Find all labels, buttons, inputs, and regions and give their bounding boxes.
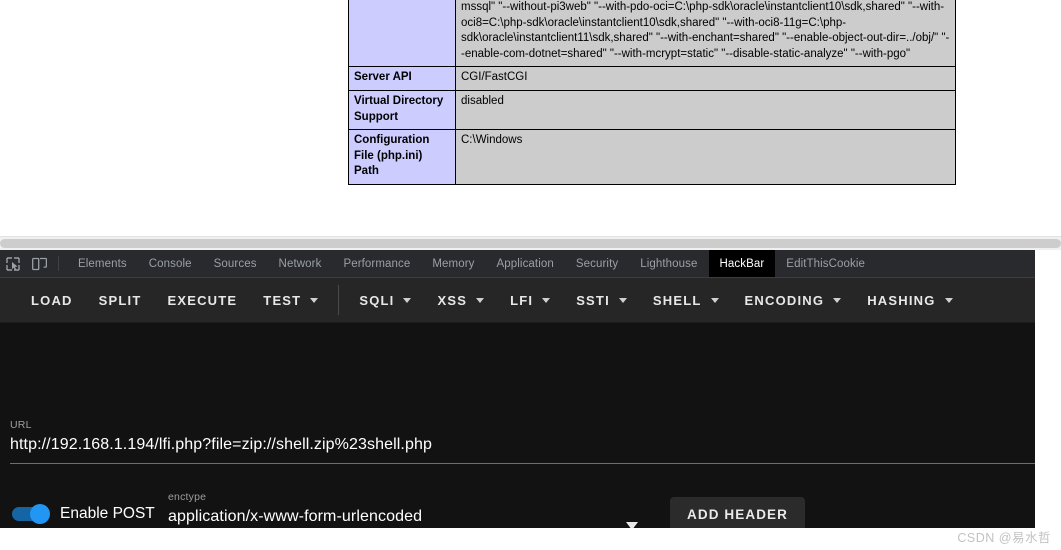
hackbar-shell-menu[interactable]: SHELL: [640, 284, 732, 316]
hackbar-xss-menu[interactable]: XSS: [424, 284, 497, 316]
table-cell-value: C:\Windows: [455, 129, 956, 185]
chevron-down-icon: [476, 297, 485, 303]
hackbar-button-label: XSS: [437, 292, 468, 308]
table-cell-key: Virtual Directory Support: [348, 89, 456, 131]
hackbar-sqli-menu[interactable]: SQLI: [346, 284, 424, 316]
hackbar-button-label: SPLIT: [98, 292, 142, 308]
tab-network[interactable]: Network: [268, 250, 333, 277]
devtools-panel: Elements Console Sources Network Perform…: [0, 250, 1061, 550]
phpinfo-page: mssql" "--without-pi3web" "--with-pdo-oc…: [0, 0, 1061, 236]
table-row: Server API CGI/FastCGI: [348, 66, 956, 91]
toolbar-divider: [338, 285, 340, 315]
hackbar-button-label: LFI: [510, 292, 534, 308]
table-cell-key: Configuration File (php.ini) Path: [348, 129, 456, 185]
watermark: CSDN @易水哲: [957, 531, 1051, 545]
chevron-down-icon: [403, 297, 412, 303]
tab-performance[interactable]: Performance: [332, 250, 421, 277]
hackbar-button-label: ENCODING: [744, 292, 825, 308]
tab-lighthouse[interactable]: Lighthouse: [629, 250, 708, 277]
chevron-down-icon: [944, 297, 953, 303]
tab-application[interactable]: Application: [486, 250, 565, 277]
hackbar-lfi-menu[interactable]: LFI: [497, 284, 563, 316]
phpinfo-table: mssql" "--without-pi3web" "--with-pdo-oc…: [348, 0, 956, 185]
devtools-tab-list: Elements Console Sources Network Perform…: [67, 250, 876, 277]
devtools-tabbar: Elements Console Sources Network Perform…: [0, 250, 1061, 278]
toggle-knob: [30, 504, 50, 524]
hackbar-hashing-menu[interactable]: HASHING: [854, 284, 965, 316]
hackbar-test-menu[interactable]: TEST: [250, 284, 331, 316]
url-input-underline: [10, 463, 1035, 464]
url-label: URL: [10, 419, 32, 431]
screenshot-root: mssql" "--without-pi3web" "--with-pdo-oc…: [0, 0, 1061, 550]
device-toolbar-icon[interactable]: [26, 250, 52, 277]
hackbar-button-label: LOAD: [31, 292, 73, 308]
hackbar-button-label: SSTI: [576, 292, 610, 308]
chevron-down-icon: [542, 297, 551, 303]
hackbar-button-label: SHELL: [652, 292, 702, 308]
url-input[interactable]: http://192.168.1.194/lfi.php?file=zip://…: [10, 436, 1035, 454]
hackbar-toolbar: LOAD SPLIT EXECUTE TEST SQLI XSS LFI SST…: [0, 278, 1061, 323]
enctype-select[interactable]: application/x-www-form-urlencoded: [168, 508, 647, 526]
tab-hackbar[interactable]: HackBar: [708, 250, 776, 277]
panel-right-gutter: [1035, 250, 1061, 550]
enctype-label: enctype: [168, 491, 207, 503]
chevron-down-icon: [310, 297, 319, 303]
table-row: Virtual Directory Support disabled: [348, 89, 956, 131]
hackbar-load-button[interactable]: LOAD: [18, 284, 86, 316]
tab-console[interactable]: Console: [138, 250, 203, 277]
hackbar-execute-button[interactable]: EXECUTE: [154, 284, 250, 316]
hackbar-button-label: TEST: [263, 292, 302, 308]
url-field-group: URL http://192.168.1.194/lfi.php?file=zi…: [10, 419, 1035, 454]
tabbar-divider: [58, 256, 59, 271]
table-cell-key: [348, 0, 456, 68]
page-horizontal-scrollbar[interactable]: [0, 236, 1061, 250]
enable-post-label: Enable POST: [60, 505, 155, 522]
chevron-down-icon: [618, 297, 627, 303]
hackbar-encoding-menu[interactable]: ENCODING: [732, 284, 855, 316]
scrollbar-thumb[interactable]: [0, 239, 1061, 248]
chevron-down-icon: [833, 297, 842, 303]
tab-elements[interactable]: Elements: [67, 250, 138, 277]
chevron-down-icon: [710, 297, 719, 303]
table-cell-value: CGI/FastCGI: [455, 66, 956, 91]
enctype-field-group: enctype application/x-www-form-urlencode…: [168, 491, 647, 526]
tab-editthiscookie[interactable]: EditThisCookie: [775, 250, 876, 277]
add-header-button[interactable]: ADD HEADER: [670, 497, 806, 531]
tab-memory[interactable]: Memory: [421, 250, 485, 277]
tab-sources[interactable]: Sources: [203, 250, 268, 277]
tab-security[interactable]: Security: [565, 250, 629, 277]
table-row: mssql" "--without-pi3web" "--with-pdo-oc…: [348, 0, 956, 68]
add-header-label: ADD HEADER: [687, 506, 789, 522]
table-cell-key: Server API: [348, 66, 456, 91]
hackbar-button-label: HASHING: [867, 292, 936, 308]
hackbar-button-label: EXECUTE: [167, 292, 238, 308]
hackbar-ssti-menu[interactable]: SSTI: [563, 284, 640, 316]
enable-post-toggle[interactable]: [12, 504, 52, 524]
table-row: Configuration File (php.ini) Path C:\Win…: [348, 129, 956, 185]
hackbar-button-label: SQLI: [359, 292, 395, 308]
table-cell-value: disabled: [455, 89, 956, 131]
hackbar-form: URL http://192.168.1.194/lfi.php?file=zi…: [0, 323, 1061, 550]
panel-bottom-gutter: [0, 528, 1061, 550]
hackbar-split-button[interactable]: SPLIT: [86, 284, 155, 316]
inspect-element-icon[interactable]: [0, 250, 26, 277]
table-cell-value: mssql" "--without-pi3web" "--with-pdo-oc…: [455, 0, 956, 68]
